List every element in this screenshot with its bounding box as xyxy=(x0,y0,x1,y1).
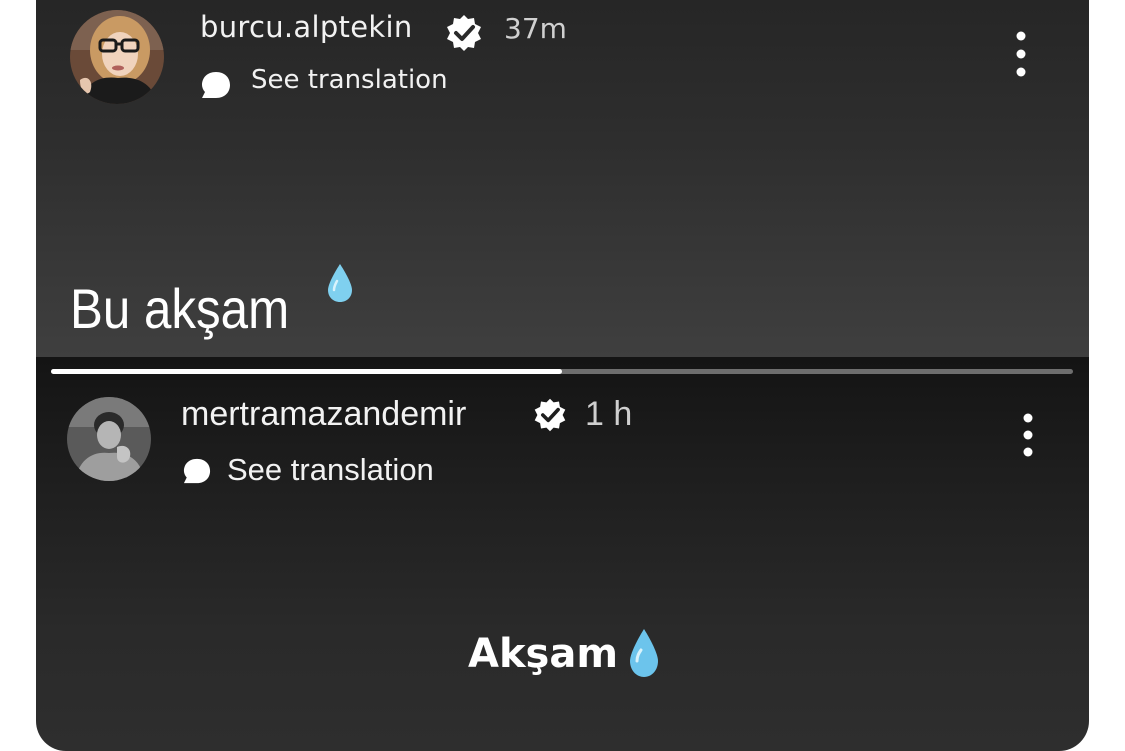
speech-bubble-icon xyxy=(202,72,230,98)
droplet-icon xyxy=(328,264,352,302)
username[interactable]: burcu.alptekin xyxy=(200,10,413,44)
post-time: 37m xyxy=(504,12,567,45)
avatar-image xyxy=(67,397,151,481)
speech-bubble-icon xyxy=(183,458,211,484)
story-caption: Bu akşam xyxy=(70,277,290,340)
verified-badge-icon xyxy=(534,398,566,432)
avatar[interactable] xyxy=(67,397,151,481)
more-options-icon[interactable] xyxy=(1006,30,1036,78)
verified-badge-icon xyxy=(447,15,481,51)
screenshot-canvas: burcu.alptekin 37m See translation Bu ak… xyxy=(0,0,1125,751)
story-progress-bar xyxy=(51,369,1073,374)
avatar[interactable] xyxy=(70,10,164,104)
story-panel-burcu[interactable]: burcu.alptekin 37m See translation Bu ak… xyxy=(36,0,1089,357)
story-panel-mert[interactable]: mertramazandemir 1 h See translation Akş… xyxy=(36,357,1089,751)
story-progress-fill xyxy=(51,369,562,374)
post-time: 1 h xyxy=(585,395,633,433)
droplet-icon xyxy=(630,629,658,677)
avatar-image xyxy=(70,10,164,104)
see-translation-link[interactable]: See translation xyxy=(227,452,434,488)
more-options-icon[interactable] xyxy=(1014,412,1042,458)
story-caption: Akşam xyxy=(468,631,619,677)
see-translation-link[interactable]: See translation xyxy=(251,65,448,95)
username[interactable]: mertramazandemir xyxy=(181,395,466,434)
